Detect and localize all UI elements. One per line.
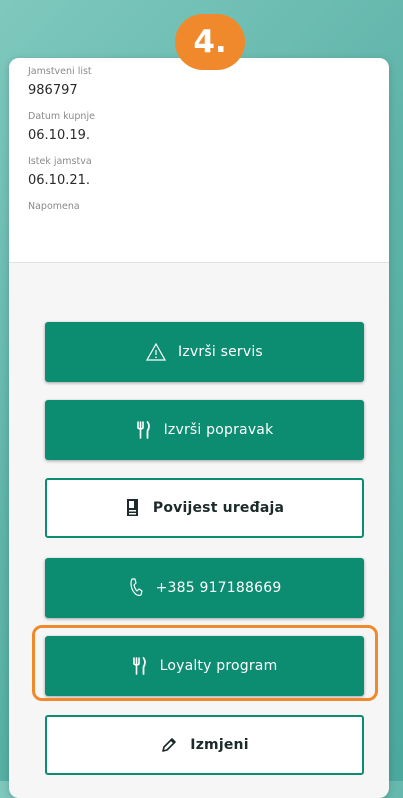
warranty-info-panel: Jamstveni list 986797 Datum kupnje 06.10… bbox=[9, 58, 389, 263]
phone-icon bbox=[128, 577, 144, 599]
device-history-label: Povijest uređaja bbox=[152, 500, 285, 516]
perform-service-label: Izvrši servis bbox=[178, 344, 263, 360]
perform-repair-button[interactable]: Izvrši popravak bbox=[45, 400, 364, 460]
phone-number-label: +385 917188669 bbox=[155, 580, 282, 596]
warranty-expiry-value: 06.10.21. bbox=[28, 173, 91, 188]
edit-button[interactable]: Izmjeni bbox=[45, 715, 364, 775]
edit-label: Izmjeni bbox=[190, 737, 249, 753]
perform-repair-label: Izvrši popravak bbox=[163, 422, 274, 438]
note-label: Napomena bbox=[28, 201, 80, 212]
warning-triangle-icon bbox=[146, 343, 167, 361]
fork-knife-icon bbox=[136, 420, 152, 440]
device-history-button[interactable]: Povijest uređaja bbox=[45, 478, 364, 538]
step-number-badge: 4. bbox=[175, 14, 245, 70]
loyalty-highlight-frame bbox=[32, 625, 378, 701]
pencil-icon bbox=[160, 736, 178, 754]
purchase-date-value: 06.10.19. bbox=[28, 128, 91, 143]
call-phone-button[interactable]: +385 917188669 bbox=[45, 558, 364, 618]
purchase-date-label: Datum kupnje bbox=[28, 111, 95, 122]
warranty-expiry-label: Istek jamstva bbox=[28, 156, 92, 167]
device-history-icon bbox=[125, 498, 141, 518]
perform-service-button[interactable]: Izvrši servis bbox=[45, 322, 364, 382]
warranty-value: 986797 bbox=[28, 83, 78, 98]
